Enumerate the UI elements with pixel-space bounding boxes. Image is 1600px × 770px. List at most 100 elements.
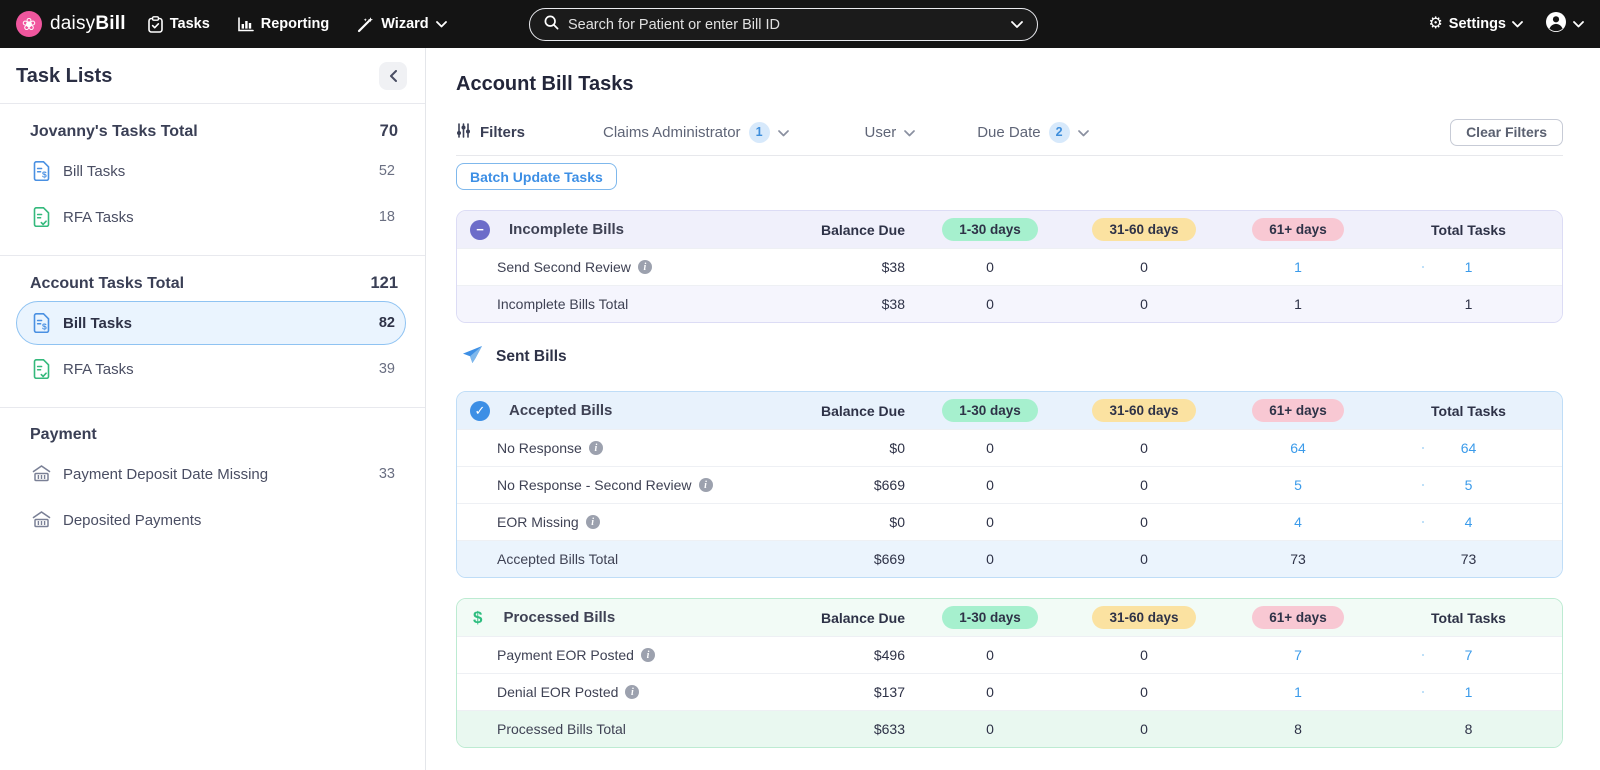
sent-bills-section-heading: Sent Bills xyxy=(462,343,1563,371)
sidebar-item-account-bill-tasks[interactable]: $ Bill Tasks 82 xyxy=(16,301,406,345)
column-header-1-30-days: 1-30 days xyxy=(942,606,1038,629)
filter-due-date[interactable]: Due Date 2 xyxy=(977,121,1089,143)
days-1-30-value: 0 xyxy=(986,647,994,663)
group-header: Payment xyxy=(30,426,97,443)
sidebar-item-payment-deposit-date-missing[interactable]: Payment Deposit Date Missing 33 xyxy=(16,452,406,496)
group-header: Account Tasks Total xyxy=(30,274,185,292)
days-61-plus-link[interactable]: 7 xyxy=(1221,647,1375,663)
filter-claims-administrator[interactable]: Claims Administrator 1 xyxy=(603,121,789,143)
sliders-icon xyxy=(456,122,471,142)
info-icon[interactable]: i xyxy=(588,441,603,455)
filter-user[interactable]: User xyxy=(865,124,916,141)
clear-filters-button[interactable]: Clear Filters xyxy=(1450,118,1563,146)
balance-due-total: $38 xyxy=(881,296,905,312)
table-title: Accepted Bills xyxy=(509,402,613,419)
days-61-plus-link[interactable]: 4 xyxy=(1221,514,1375,530)
total-tasks-link[interactable]: 4 xyxy=(1375,514,1562,530)
sidebar-item-deposited-payments[interactable]: Deposited Payments xyxy=(16,498,406,542)
filter-count-badge: 2 xyxy=(1048,121,1070,143)
daisy-logo-icon: ❀ xyxy=(16,11,42,37)
user-menu[interactable] xyxy=(1545,11,1584,38)
sidebar-group-account-tasks: Account Tasks Total 121 $ Bill Tasks 82 … xyxy=(0,256,425,407)
days-61-plus-link[interactable]: 5 xyxy=(1221,477,1375,493)
sidebar-item-my-rfa-tasks[interactable]: RFA Tasks 18 xyxy=(16,195,406,239)
page-title: Account Bill Tasks xyxy=(456,73,634,95)
settings-label: Settings xyxy=(1448,16,1506,32)
sidebar-title: Task Lists xyxy=(16,64,113,87)
info-icon[interactable]: i xyxy=(637,260,652,274)
nav-tasks[interactable]: Tasks xyxy=(147,15,210,33)
user-avatar-icon xyxy=(1545,11,1567,38)
table-header-row: − Incomplete Bills Balance Due 1-30 days… xyxy=(457,211,1562,248)
table-row: Denial EOR Posted i $137 0 0 1 1 xyxy=(457,673,1562,710)
days-61-plus-link[interactable]: 64 xyxy=(1221,440,1375,456)
paper-plane-icon xyxy=(462,345,483,370)
search-input[interactable] xyxy=(568,16,1002,33)
filter-count-badge: 1 xyxy=(748,121,770,143)
days-31-60-value: 0 xyxy=(1140,477,1148,493)
days-1-30-total: 0 xyxy=(986,721,994,737)
balance-due-value: $38 xyxy=(881,259,905,275)
brand-logo[interactable]: ❀ daisyBill xyxy=(16,11,126,37)
settings-menu[interactable]: ⚙ Settings xyxy=(1428,16,1523,32)
column-header-1-30-days: 1-30 days xyxy=(942,399,1038,422)
total-tasks-link[interactable]: 1 xyxy=(1375,684,1562,700)
days-61-plus-total: 1 xyxy=(1294,296,1302,312)
total-tasks-total: 1 xyxy=(1464,296,1473,312)
processed-bills-table: $ Processed Bills Balance Due 1-30 days … xyxy=(456,598,1563,748)
total-tasks-total: 73 xyxy=(1460,551,1477,567)
info-icon[interactable]: i xyxy=(640,648,655,662)
filter-label: User xyxy=(864,123,897,141)
total-label: Accepted Bills Total xyxy=(497,551,619,567)
days-61-plus-link[interactable]: 1 xyxy=(1221,259,1375,275)
column-header-balance-due: Balance Due xyxy=(820,402,905,419)
filters-label: Filters xyxy=(480,123,526,141)
chevron-down-icon[interactable] xyxy=(1011,16,1023,34)
accepted-bills-table: ✓ Accepted Bills Balance Due 1-30 days 3… xyxy=(456,391,1563,578)
days-61-plus-link[interactable]: 1 xyxy=(1221,684,1375,700)
search-icon xyxy=(544,15,559,35)
bank-icon xyxy=(31,511,51,529)
sidebar-item-count: 33 xyxy=(378,466,395,482)
bill-document-icon: $ xyxy=(31,313,51,333)
table-total-row: Incomplete Bills Total $38 0 0 1 1 xyxy=(457,285,1562,322)
info-icon[interactable]: i xyxy=(625,685,640,699)
gear-icon: ⚙ xyxy=(1428,15,1443,32)
column-header-31-60-days: 31-60 days xyxy=(1092,218,1196,241)
total-tasks-link[interactable]: 7 xyxy=(1375,647,1562,663)
info-icon[interactable]: i xyxy=(698,478,713,492)
sidebar-collapse-button[interactable] xyxy=(379,62,407,90)
incomplete-bills-table: − Incomplete Bills Balance Due 1-30 days… xyxy=(456,210,1563,323)
batch-update-tasks-button[interactable]: Batch Update Tasks xyxy=(456,163,617,190)
sidebar-group-payment: Payment Payment Deposit Date Missing 33 … xyxy=(0,408,425,558)
chevron-down-icon xyxy=(1077,124,1089,141)
rfa-document-icon xyxy=(31,359,51,379)
nav-reporting-label: Reporting xyxy=(260,16,330,32)
days-61-plus-total: 73 xyxy=(1290,551,1306,567)
days-1-30-value: 0 xyxy=(986,514,994,530)
total-tasks-link[interactable]: 5 xyxy=(1375,477,1562,493)
nav-wizard[interactable]: Wizard xyxy=(357,16,447,33)
balance-due-value: $669 xyxy=(873,477,905,493)
sidebar-item-my-bill-tasks[interactable]: $ Bill Tasks 52 xyxy=(16,149,406,193)
filter-label: Due Date xyxy=(977,123,1041,141)
sidebar-item-label: RFA Tasks xyxy=(63,208,134,226)
sidebar-item-account-rfa-tasks[interactable]: RFA Tasks 39 xyxy=(16,347,406,391)
total-tasks-link[interactable]: 1 xyxy=(1375,259,1562,275)
filters-toggle[interactable]: Filters xyxy=(456,122,603,142)
brand-name: daisyBill xyxy=(50,13,126,34)
nav-wizard-label: Wizard xyxy=(381,16,429,32)
days-31-60-value: 0 xyxy=(1140,440,1148,456)
days-1-30-value: 0 xyxy=(986,684,994,700)
group-header: Jovanny's Tasks Total xyxy=(30,122,198,140)
table-row: No Response i $0 0 0 64 64 xyxy=(457,429,1562,466)
balance-due-value: $0 xyxy=(889,440,905,456)
global-search[interactable] xyxy=(529,8,1038,41)
table-row: Send Second Review i $38 0 0 1 1 xyxy=(457,248,1562,285)
total-tasks-link[interactable]: 64 xyxy=(1375,440,1562,456)
chevron-down-icon xyxy=(435,20,447,28)
table-row: Payment EOR Posted i $496 0 0 7 7 xyxy=(457,636,1562,673)
info-icon[interactable]: i xyxy=(585,515,600,529)
sidebar-item-count: 39 xyxy=(378,361,395,377)
nav-reporting[interactable]: Reporting xyxy=(237,16,330,32)
